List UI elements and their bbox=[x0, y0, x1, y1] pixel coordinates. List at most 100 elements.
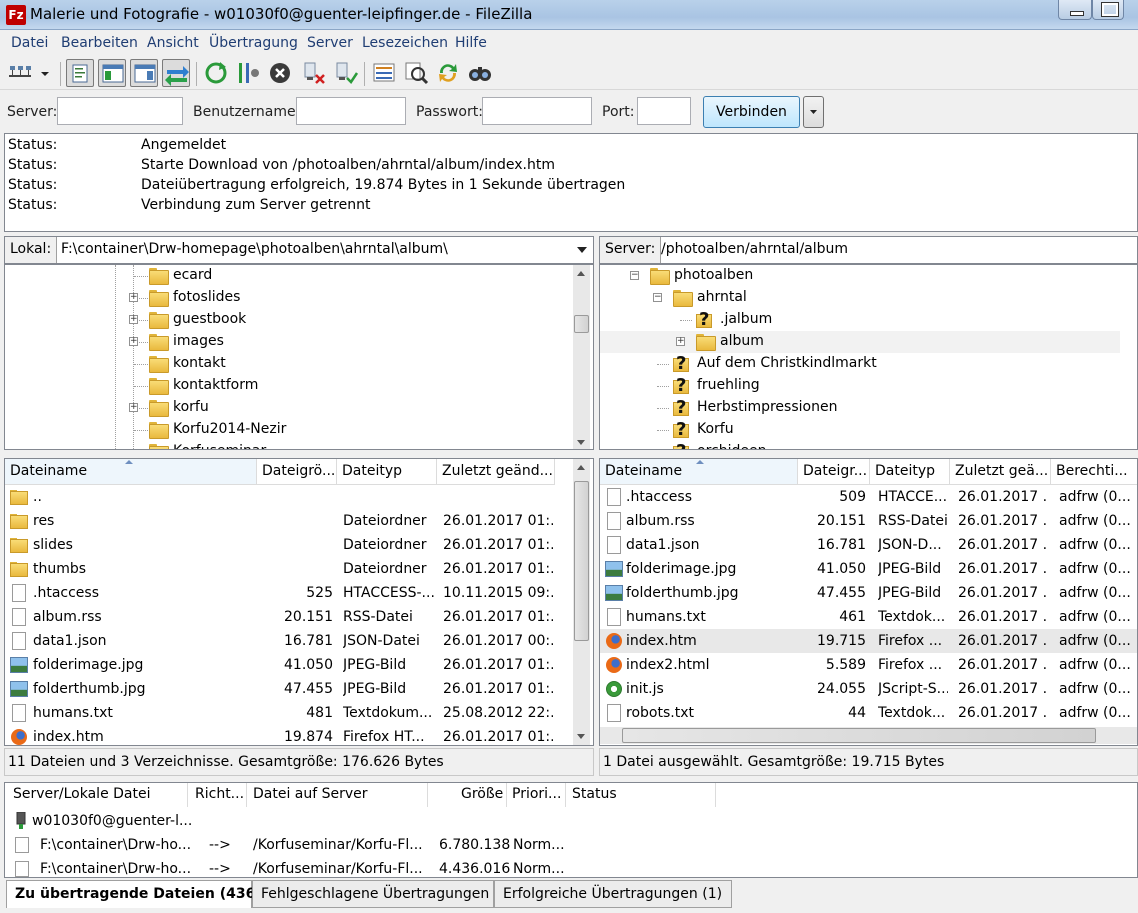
tab-queued-files[interactable]: Zu übertragende Dateien (4365) bbox=[6, 880, 271, 908]
collapse-minus-icon[interactable]: − bbox=[630, 271, 639, 280]
queue-column-size[interactable]: Größe bbox=[461, 786, 503, 802]
queue-column-status[interactable]: Status bbox=[572, 786, 617, 802]
file-row[interactable]: folderimage.jpg 41.050 JPEG-Bild 26.01.2017… bbox=[600, 557, 1137, 581]
menu-bearbeiten[interactable]: Bearbeiten bbox=[61, 35, 138, 51]
scroll-thumb[interactable] bbox=[574, 481, 589, 641]
tree-item-herbstimpressionen[interactable]: ? Herbstimpressionen bbox=[600, 397, 1120, 419]
column-header-permissions[interactable]: Berechti... bbox=[1051, 459, 1137, 485]
scroll-thumb[interactable] bbox=[574, 315, 589, 333]
file-row[interactable]: album.rss 20.151 RSS-Datei 26.01.2017 01:..… bbox=[5, 605, 571, 629]
menu-server[interactable]: Server bbox=[307, 35, 353, 51]
file-row[interactable]: res Dateiordner 26.01.2017 01:... bbox=[5, 509, 571, 533]
file-row[interactable]: folderthumb.jpg 47.455 JPEG-Bild 26.01.2017… bbox=[5, 677, 571, 701]
file-row[interactable]: humans.txt 481 Textdokum... 25.08.2012 22:.… bbox=[5, 701, 571, 725]
sync-browse-icon[interactable] bbox=[434, 59, 462, 87]
queue-server-row[interactable]: w01030f0@guenter-l... bbox=[5, 809, 1135, 833]
password-input[interactable] bbox=[482, 97, 592, 125]
file-row[interactable]: thumbs Dateiordner 26.01.2017 01:... bbox=[5, 557, 571, 581]
tree-item-kontaktform[interactable]: kontaktform bbox=[5, 375, 575, 397]
transfer-queue[interactable]: Server/Lokale Datei Richt... Datei auf S… bbox=[4, 782, 1138, 878]
tree-item-korfu[interactable]: ? Korfu bbox=[600, 419, 1120, 441]
collapse-minus-icon[interactable]: − bbox=[653, 293, 662, 302]
queue-toggle-icon[interactable] bbox=[162, 59, 190, 87]
local-directory-tree[interactable]: ecard + fotoslides + guestbook + images kontakt… bbox=[4, 264, 594, 450]
tree-item-orchideen[interactable]: ? orchideen bbox=[600, 441, 1120, 449]
scroll-down-arrow-icon[interactable] bbox=[577, 734, 585, 739]
message-log-toggle-icon[interactable] bbox=[66, 59, 94, 87]
expand-plus-icon[interactable]: + bbox=[129, 293, 138, 302]
tab-failed-transfers[interactable]: Fehlgeschlagene Übertragungen bbox=[252, 880, 494, 908]
column-header-modified[interactable]: Zuletzt geänd... bbox=[437, 459, 555, 485]
tree-item-ahrntal[interactable]: − ahrntal bbox=[600, 287, 1120, 309]
column-header-size[interactable]: Dateigrö... bbox=[257, 459, 337, 485]
tree-item-ecard[interactable]: ecard bbox=[5, 265, 575, 287]
column-header-modified[interactable]: Zuletzt geä... bbox=[950, 459, 1051, 485]
queue-row[interactable]: F:\container\Drw-ho... --> /Korfuseminar… bbox=[5, 833, 1135, 857]
tree-item-korfuseminar[interactable]: Korfuseminar bbox=[5, 441, 575, 449]
chevron-down-icon[interactable] bbox=[577, 246, 587, 254]
dropdown-arrow-icon[interactable] bbox=[36, 59, 54, 87]
connect-button[interactable]: Verbinden bbox=[703, 96, 800, 128]
connect-history-dropdown[interactable] bbox=[803, 96, 824, 128]
tree-item-fruehling[interactable]: ? fruehling bbox=[600, 375, 1120, 397]
queue-row[interactable]: F:\container\Drw-ho... --> /Korfuseminar… bbox=[5, 857, 1135, 877]
tree-item-guestbook[interactable]: + guestbook bbox=[5, 309, 575, 331]
file-row[interactable]: .htaccess 525 HTACCESS-... 10.11.2015 09:..… bbox=[5, 581, 571, 605]
file-row[interactable]: album.rss 20.151 RSS-Datei 26.01.2017 ... ad… bbox=[600, 509, 1137, 533]
file-row[interactable]: init.js 24.055 JScript-S... 26.01.2017 ... a… bbox=[600, 677, 1137, 701]
expand-plus-icon[interactable]: + bbox=[129, 403, 138, 412]
expand-plus-icon[interactable]: + bbox=[129, 315, 138, 324]
file-row[interactable]: robots.txt 44 Textdok... 26.01.2017 ... adfr… bbox=[600, 701, 1137, 725]
remote-path-input[interactable]: /photoalben/ahrntal/album bbox=[661, 241, 848, 257]
scroll-up-arrow-icon[interactable] bbox=[577, 465, 585, 470]
column-header-type[interactable]: Dateityp bbox=[337, 459, 437, 485]
message-log[interactable]: Status: Angemeldet Status: Starte Downlo… bbox=[4, 133, 1138, 232]
disconnect-icon[interactable] bbox=[300, 59, 328, 87]
maximize-button[interactable] bbox=[1092, 0, 1124, 20]
horizontal-scrollbar[interactable] bbox=[600, 727, 1137, 744]
expand-plus-icon[interactable]: + bbox=[676, 337, 685, 346]
file-row[interactable]: .htaccess 509 HTACCE... 26.01.2017 ... adfrw… bbox=[600, 485, 1137, 509]
file-row[interactable]: folderthumb.jpg 47.455 JPEG-Bild 26.01.2017… bbox=[600, 581, 1137, 605]
vertical-scrollbar[interactable] bbox=[573, 265, 590, 449]
scroll-down-arrow-icon[interactable] bbox=[577, 440, 585, 445]
tree-item-photoalben[interactable]: − photoalben bbox=[600, 265, 1120, 287]
menu-datei[interactable]: Datei bbox=[11, 35, 48, 51]
tree-item-auf-dem-christkindlmarkt[interactable]: ? Auf dem Christkindlmarkt bbox=[600, 353, 1120, 375]
queue-column-local[interactable]: Server/Lokale Datei bbox=[13, 786, 151, 802]
menu-uebertragung[interactable]: Übertragung bbox=[209, 35, 298, 51]
username-input[interactable] bbox=[296, 97, 406, 125]
remote-file-list[interactable]: Dateiname Dateigr... Dateityp Zuletzt ge… bbox=[599, 458, 1138, 746]
server-input[interactable] bbox=[57, 97, 183, 125]
column-header-type[interactable]: Dateityp bbox=[870, 459, 950, 485]
menu-ansicht[interactable]: Ansicht bbox=[147, 35, 199, 51]
tree-item-album[interactable]: + album bbox=[600, 331, 1120, 353]
compare-icon[interactable] bbox=[402, 59, 430, 87]
remote-tree-toggle-icon[interactable] bbox=[130, 59, 158, 87]
reconnect-icon[interactable] bbox=[332, 59, 360, 87]
column-header-size[interactable]: Dateigr... bbox=[798, 459, 870, 485]
refresh-icon[interactable] bbox=[202, 59, 230, 87]
file-row[interactable]: slides Dateiordner 26.01.2017 01:... bbox=[5, 533, 571, 557]
site-manager-icon[interactable] bbox=[6, 59, 34, 87]
scroll-thumb[interactable] bbox=[622, 728, 1096, 743]
vertical-scrollbar[interactable] bbox=[573, 459, 590, 745]
menu-lesezeichen[interactable]: Lesezeichen bbox=[362, 35, 448, 51]
column-header-name[interactable]: Dateiname bbox=[600, 459, 798, 485]
scroll-up-arrow-icon[interactable] bbox=[577, 271, 585, 276]
file-row[interactable]: index2.html 5.589 Firefox ... 26.01.2017 ..… bbox=[600, 653, 1137, 677]
local-path-input[interactable]: F:\container\Drw-homepage\photoalben\ahr… bbox=[61, 241, 448, 257]
queue-column-direction[interactable]: Richt... bbox=[195, 786, 244, 802]
queue-column-priority[interactable]: Priori... bbox=[512, 786, 561, 802]
file-row[interactable]: index.htm 19.874 Firefox HT... 26.01.2017 0… bbox=[5, 725, 571, 745]
file-row[interactable]: data1.json 16.781 JSON-Datei 26.01.2017 00:… bbox=[5, 629, 571, 653]
remote-directory-tree[interactable]: − photoalben − ahrntal? .jalbum + album? Auf de… bbox=[599, 264, 1138, 450]
minimize-button[interactable] bbox=[1058, 0, 1092, 20]
process-queue-icon[interactable] bbox=[234, 59, 262, 87]
tree-item--jalbum[interactable]: ? .jalbum bbox=[600, 309, 1120, 331]
file-row[interactable]: humans.txt 461 Textdok... 26.01.2017 ... adf… bbox=[600, 605, 1137, 629]
queue-column-remote[interactable]: Datei auf Server bbox=[253, 786, 368, 802]
search-icon[interactable] bbox=[466, 59, 494, 87]
tree-item-korfu[interactable]: + korfu bbox=[5, 397, 575, 419]
filter-icon[interactable] bbox=[370, 59, 398, 87]
